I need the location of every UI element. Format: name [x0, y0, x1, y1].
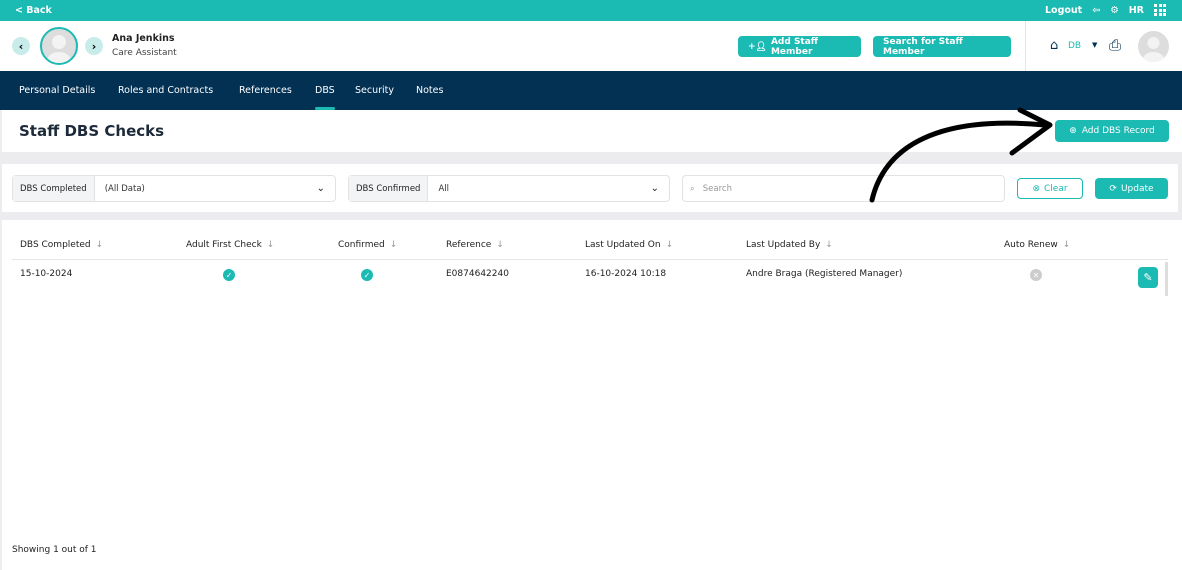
- user-initials[interactable]: HR: [1129, 5, 1144, 16]
- column-header-auto-renew[interactable]: Auto Renew ↓: [1004, 240, 1070, 250]
- column-header-reference[interactable]: Reference ↓: [446, 240, 504, 250]
- dbs-confirmed-value: All: [438, 183, 449, 194]
- pencil-icon: ✎: [1143, 271, 1153, 284]
- dbs-confirmed-label: DBS Confirmed: [349, 176, 429, 201]
- cell-last-updated-by: Andre Braga (Registered Manager): [746, 269, 903, 279]
- tab-dbs[interactable]: DBS: [315, 85, 335, 110]
- staff-avatar: [40, 27, 78, 65]
- dbs-completed-select[interactable]: DBS Completed (All Data) ⌄: [12, 175, 336, 202]
- cell-dbs-completed: 15-10-2024: [20, 269, 73, 279]
- tab-roles-and-contracts[interactable]: Roles and Contracts: [118, 85, 213, 96]
- check-circle-icon: ✓: [223, 269, 235, 281]
- chevron-down-icon: ⌄: [650, 183, 659, 194]
- printer-icon[interactable]: ⎙: [1109, 36, 1121, 54]
- staff-header: ‹ › Ana Jenkins Care Assistant +👤︎ Add St…: [0, 21, 1182, 71]
- column-header-last-updated-by[interactable]: Last Updated By ↓: [746, 240, 833, 250]
- caret-down-icon[interactable]: ▼: [1092, 41, 1097, 49]
- update-button[interactable]: ⟳ Update: [1095, 178, 1168, 199]
- home-selector[interactable]: DB: [1068, 41, 1081, 51]
- plus-circle-icon: ⊕: [1069, 126, 1077, 136]
- dbs-completed-value: (All Data): [104, 183, 145, 194]
- page-title: Staff DBS Checks: [19, 122, 165, 140]
- user-avatar[interactable]: [1138, 31, 1169, 62]
- search-placeholder: Search: [702, 183, 732, 194]
- home-icon[interactable]: ⌂: [1050, 38, 1058, 53]
- gear-icon[interactable]: ⚙: [1110, 5, 1119, 16]
- divider: [1025, 21, 1026, 71]
- add-user-icon: +👤︎: [748, 41, 767, 52]
- tab-personal-details[interactable]: Personal Details: [19, 85, 95, 96]
- column-header-last-updated-on[interactable]: Last Updated On ↓: [585, 240, 673, 250]
- chevron-down-icon: ⌄: [316, 183, 325, 194]
- previous-staff-button[interactable]: ‹: [12, 37, 30, 55]
- add-staff-member-button[interactable]: +👤︎ Add Staff Member: [738, 36, 861, 57]
- top-bar: < Back Logout ⇦ ⚙ HR: [0, 0, 1182, 21]
- logout-icon[interactable]: ⇦: [1092, 5, 1100, 16]
- tab-references[interactable]: References: [239, 85, 292, 96]
- column-header-dbs-completed[interactable]: DBS Completed ↓: [20, 240, 103, 250]
- tab-security[interactable]: Security: [355, 85, 394, 96]
- cell-reference: E0874642240: [446, 269, 509, 279]
- dbs-confirmed-select[interactable]: DBS Confirmed All ⌄: [348, 175, 670, 202]
- search-staff-member-button[interactable]: Search for Staff Member: [873, 36, 1011, 57]
- x-circle-icon: ✕: [1030, 269, 1042, 281]
- add-dbs-record-button[interactable]: ⊕ Add DBS Record: [1055, 120, 1169, 142]
- staff-name: Ana Jenkins: [112, 33, 175, 44]
- search-icon: ⌕: [690, 183, 695, 194]
- logout-link[interactable]: Logout: [1045, 5, 1082, 16]
- edit-button[interactable]: ✎: [1138, 267, 1158, 288]
- back-link[interactable]: < Back: [15, 5, 52, 16]
- cell-last-updated-on: 16-10-2024 10:18: [585, 269, 667, 279]
- pagination-summary: Showing 1 out of 1: [12, 545, 97, 555]
- next-staff-button[interactable]: ›: [85, 37, 103, 55]
- annotation-arrow: [869, 107, 1053, 203]
- scrollbar[interactable]: [1165, 262, 1168, 296]
- column-header-adult-first-check[interactable]: Adult First Check ↓: [186, 240, 274, 250]
- apps-grid-icon[interactable]: [1154, 4, 1166, 16]
- refresh-icon: ⟳: [1109, 183, 1117, 194]
- staff-role: Care Assistant: [112, 48, 177, 58]
- column-header-confirmed[interactable]: Confirmed ↓: [338, 240, 397, 250]
- tab-notes[interactable]: Notes: [416, 85, 443, 96]
- dbs-completed-label: DBS Completed: [13, 176, 95, 201]
- header-divider: [12, 259, 1168, 260]
- check-circle-icon: ✓: [361, 269, 373, 281]
